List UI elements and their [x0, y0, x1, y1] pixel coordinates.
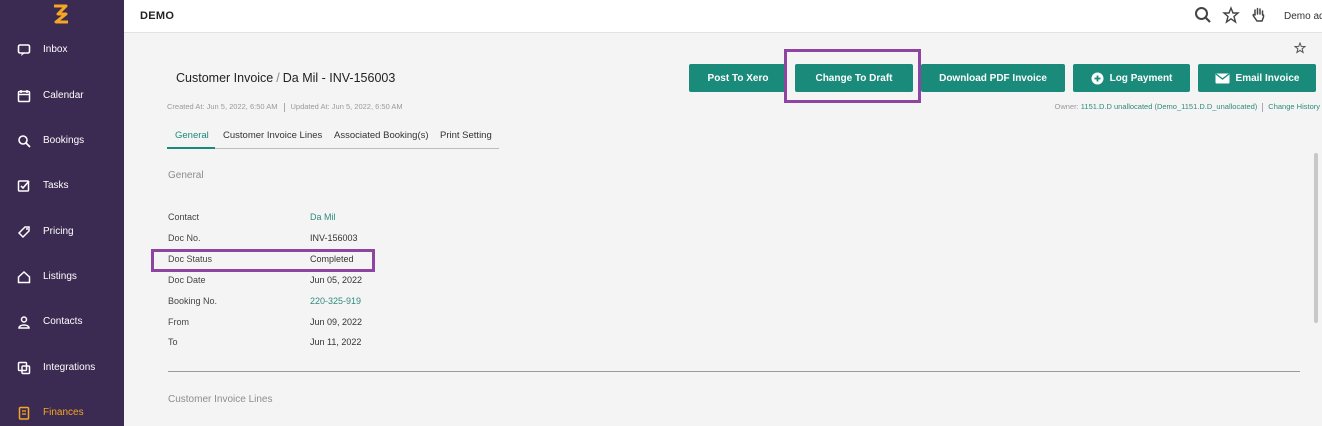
breadcrumb-current: Da Mil - INV-156003 — [282, 71, 396, 85]
active-tab-indicator — [167, 147, 215, 149]
company-name: DEMO — [140, 10, 175, 22]
lines-section-title: Customer Invoice Lines — [168, 394, 273, 405]
download-pdf-label: Download PDF Invoice — [939, 72, 1047, 84]
tab-print-setting[interactable]: Print Setting — [440, 130, 492, 141]
tab-customer-invoice-lines[interactable]: Customer Invoice Lines — [223, 130, 322, 141]
sidebar-item-integrations[interactable]: Integrations — [0, 349, 124, 389]
field-label-to: To — [168, 337, 178, 347]
hand-icon[interactable] — [1250, 6, 1268, 24]
sidebar-item-label: Finances — [43, 407, 84, 418]
vertical-scrollbar[interactable] — [1314, 153, 1318, 323]
created-at: Created At: Jun 5, 2022, 6:50 AM — [167, 102, 278, 111]
calendar-icon — [17, 90, 31, 103]
tag-icon — [17, 226, 30, 239]
field-label-from: From — [168, 317, 189, 327]
envelope-icon — [1215, 72, 1230, 83]
post-to-xero-button[interactable]: Post To Xero — [689, 64, 787, 92]
sidebar-item-label: Tasks — [43, 180, 69, 191]
field-value-booking-no[interactable]: 220-325-919 — [310, 296, 361, 306]
sidebar-item-label: Integrations — [43, 362, 96, 373]
top-bar: DEMO Demo ad — [124, 0, 1322, 33]
sidebar-item-bookings[interactable]: Bookings — [0, 122, 124, 162]
search-icon[interactable] — [1194, 6, 1212, 24]
sidebar-item-label: Bookings — [43, 135, 85, 146]
field-value-doc-date: Jun 05, 2022 — [310, 275, 363, 285]
app-logo-icon[interactable] — [52, 4, 70, 24]
sidebar-item-label: Pricing — [43, 226, 74, 237]
sidebar-item-label: Contacts — [43, 316, 83, 327]
sidebar-item-listings[interactable]: Listings — [0, 258, 124, 298]
record-meta: Created At: Jun 5, 2022, 6:50 AM Updated … — [167, 102, 403, 112]
section-divider — [168, 371, 1300, 372]
field-label-booking-no: Booking No. — [168, 296, 218, 306]
sidebar-item-calendar[interactable]: Calendar — [0, 77, 124, 117]
finances-icon — [18, 406, 30, 420]
download-pdf-invoice-button[interactable]: Download PDF Invoice — [921, 64, 1065, 92]
sidebar: Inbox Calendar Bookings Tasks Pricing Li… — [0, 0, 124, 426]
page-title: Customer Invoice / Da Mil - INV-156003 — [176, 71, 395, 85]
tab-bar: General Customer Invoice Lines Associate… — [167, 130, 499, 149]
field-label-doc-no: Doc No. — [168, 233, 201, 243]
field-label-contact: Contact — [168, 212, 200, 222]
field-value-to: Jun 11, 2022 — [310, 337, 362, 347]
change-to-draft-highlight — [784, 49, 921, 103]
sidebar-item-label: Inbox — [43, 44, 68, 55]
post-to-xero-label: Post To Xero — [707, 72, 769, 84]
owner-info: Owner: 1151.D.D unallocated (Demo_1151.D… — [1055, 102, 1320, 112]
tab-general[interactable]: General — [175, 130, 209, 141]
sidebar-item-finances[interactable]: Finances — [0, 394, 124, 426]
tab-associated-bookings[interactable]: Associated Booking(s) — [334, 130, 429, 141]
favorite-star-icon[interactable] — [1294, 42, 1306, 54]
general-section-title: General — [168, 170, 204, 181]
email-invoice-button[interactable]: Email Invoice — [1198, 64, 1316, 92]
field-label-doc-status: Doc Status — [168, 254, 213, 264]
field-value-from: Jun 09, 2022 — [310, 317, 363, 327]
bookings-icon — [18, 135, 31, 148]
field-value-doc-no: INV-156003 — [310, 233, 358, 243]
field-value-doc-status: Completed — [310, 254, 354, 264]
integrations-icon — [17, 361, 31, 375]
sidebar-item-pricing[interactable]: Pricing — [0, 213, 124, 253]
star-icon[interactable] — [1222, 6, 1240, 24]
inbox-icon — [17, 44, 31, 56]
field-value-contact[interactable]: Da Mil — [310, 212, 336, 222]
plus-circle-icon — [1091, 72, 1104, 84]
sidebar-item-label: Listings — [43, 271, 77, 282]
breadcrumb-separator: / — [276, 71, 280, 85]
updated-at: Updated At: Jun 5, 2022, 6:50 AM — [290, 102, 403, 111]
change-history-link[interactable]: Change History — [1268, 102, 1320, 111]
sidebar-item-label: Calendar — [43, 90, 84, 101]
tasks-icon — [17, 180, 30, 192]
owner-label: Owner: — [1054, 102, 1079, 111]
breadcrumb-root[interactable]: Customer Invoice — [176, 71, 273, 85]
field-label-doc-date: Doc Date — [168, 275, 206, 285]
user-menu[interactable]: Demo ad — [1284, 11, 1322, 22]
log-payment-label: Log Payment — [1109, 72, 1173, 84]
home-icon — [17, 270, 31, 284]
main-content: Customer Invoice / Da Mil - INV-156003 Cre… — [124, 33, 1322, 426]
log-payment-button[interactable]: Log Payment — [1073, 64, 1190, 92]
owner-link[interactable]: 1151.D.D unallocated (Demo_1151.D.D_unal… — [1081, 102, 1258, 111]
sidebar-item-contacts[interactable]: Contacts — [0, 303, 124, 343]
contacts-icon — [18, 316, 30, 329]
email-invoice-label: Email Invoice — [1235, 72, 1300, 84]
sidebar-item-tasks[interactable]: Tasks — [0, 167, 124, 207]
sidebar-item-inbox[interactable]: Inbox — [0, 31, 124, 71]
